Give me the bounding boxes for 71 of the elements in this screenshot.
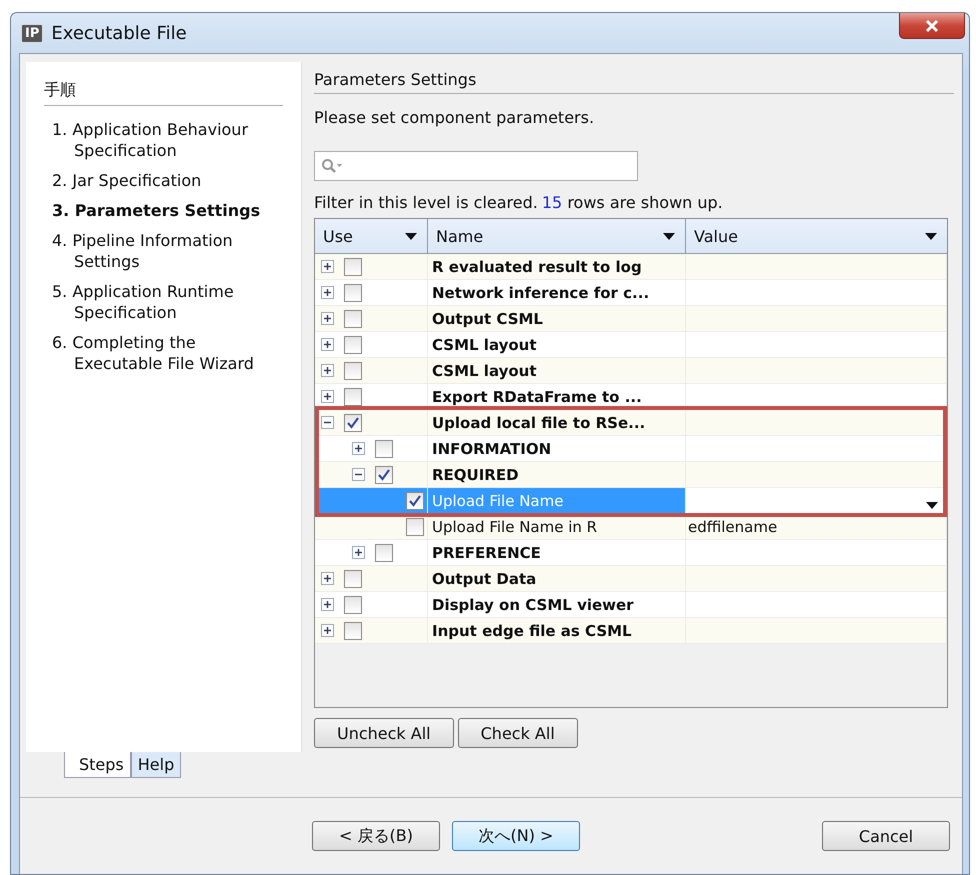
table-row[interactable]: PREFERENCE bbox=[315, 540, 947, 566]
collapse-icon[interactable] bbox=[352, 468, 365, 481]
search-icon bbox=[321, 158, 343, 174]
expand-icon[interactable] bbox=[321, 390, 334, 403]
table-row[interactable]: Input edge file as CSML bbox=[315, 618, 947, 644]
table-row[interactable]: Output Data bbox=[315, 566, 947, 592]
step-item: 2. Jar Specification bbox=[51, 170, 202, 192]
checkbox[interactable] bbox=[344, 570, 362, 588]
column-header[interactable]: Value bbox=[686, 219, 947, 253]
table-cell: Input edge file as CSML bbox=[428, 618, 686, 644]
close-button[interactable] bbox=[899, 13, 965, 39]
checkbox[interactable] bbox=[344, 310, 362, 328]
collapse-icon[interactable] bbox=[321, 416, 334, 429]
expand-icon[interactable] bbox=[321, 572, 334, 585]
expand-icon[interactable] bbox=[321, 364, 334, 377]
step-item: 1. Application Behaviour Specification bbox=[51, 119, 250, 162]
step-item: 5. Application Runtime Specification bbox=[51, 281, 235, 324]
steps-heading: 手順 bbox=[44, 80, 283, 106]
expand-icon[interactable] bbox=[321, 286, 334, 299]
table-cell: Upload File Name bbox=[428, 488, 686, 514]
expand-icon[interactable] bbox=[321, 312, 334, 325]
checkbox[interactable] bbox=[344, 284, 362, 302]
checkbox[interactable] bbox=[406, 518, 424, 536]
table-row[interactable]: INFORMATION bbox=[315, 436, 947, 462]
expand-icon[interactable] bbox=[321, 624, 334, 637]
table-row[interactable]: CSML layout bbox=[315, 332, 947, 358]
checkbox[interactable] bbox=[344, 258, 362, 276]
window-title: Executable File bbox=[51, 22, 187, 44]
panel-tab[interactable]: Help bbox=[130, 752, 182, 778]
checkbox[interactable] bbox=[344, 596, 362, 614]
checkbox[interactable] bbox=[344, 388, 362, 406]
dropdown-icon[interactable] bbox=[926, 502, 938, 509]
column-header[interactable]: Name bbox=[428, 219, 686, 253]
table-row[interactable]: CSML layout bbox=[315, 358, 947, 384]
step-item: 6. Completing the Executable File Wizard bbox=[51, 332, 255, 375]
table-button[interactable]: Check All bbox=[458, 718, 578, 748]
expand-icon[interactable] bbox=[321, 598, 334, 611]
caret-icon bbox=[405, 232, 417, 240]
checkbox[interactable] bbox=[344, 336, 362, 354]
footer-button[interactable]: 次へ(N) > bbox=[452, 821, 580, 851]
caret-icon bbox=[925, 232, 937, 240]
table-row[interactable]: R evaluated result to log bbox=[315, 254, 947, 280]
caret-icon bbox=[663, 232, 675, 240]
footer-button[interactable]: < 戻る(B) bbox=[312, 821, 440, 851]
expand-icon[interactable] bbox=[352, 442, 365, 455]
footer-button[interactable]: Cancel bbox=[822, 821, 950, 851]
panel-tab[interactable]: Steps bbox=[64, 752, 131, 778]
expand-icon[interactable] bbox=[352, 546, 365, 559]
table-row[interactable]: Output CSML bbox=[315, 306, 947, 332]
column-header[interactable]: Use bbox=[315, 219, 428, 253]
checkbox[interactable] bbox=[344, 622, 362, 640]
table-button[interactable]: Uncheck All bbox=[314, 718, 454, 748]
filter-status-text: Filter in this level is cleared. 15 rows are shown up. bbox=[314, 193, 724, 212]
instruction-text: Please set component parameters. bbox=[314, 108, 596, 127]
close-icon bbox=[924, 18, 940, 32]
step-item: 4. Pipeline Information Settings bbox=[51, 230, 234, 273]
checkbox[interactable] bbox=[375, 544, 393, 562]
expand-icon[interactable] bbox=[321, 338, 334, 351]
table-row[interactable]: Display on CSML viewer bbox=[315, 592, 947, 618]
search-field[interactable] bbox=[314, 151, 638, 181]
app-icon: IP bbox=[21, 24, 44, 42]
step-item: 3. Parameters Settings bbox=[51, 200, 262, 222]
checkbox[interactable] bbox=[375, 440, 393, 458]
checkbox[interactable] bbox=[344, 362, 362, 380]
table-row[interactable]: REQUIRED bbox=[315, 462, 947, 488]
expand-icon[interactable] bbox=[321, 260, 334, 273]
checkbox[interactable] bbox=[375, 466, 393, 484]
table-row[interactable]: Network inference for c... bbox=[315, 280, 947, 306]
checkbox[interactable] bbox=[406, 492, 424, 510]
section-title: Parameters Settings bbox=[314, 70, 954, 94]
checkbox[interactable] bbox=[344, 414, 362, 432]
